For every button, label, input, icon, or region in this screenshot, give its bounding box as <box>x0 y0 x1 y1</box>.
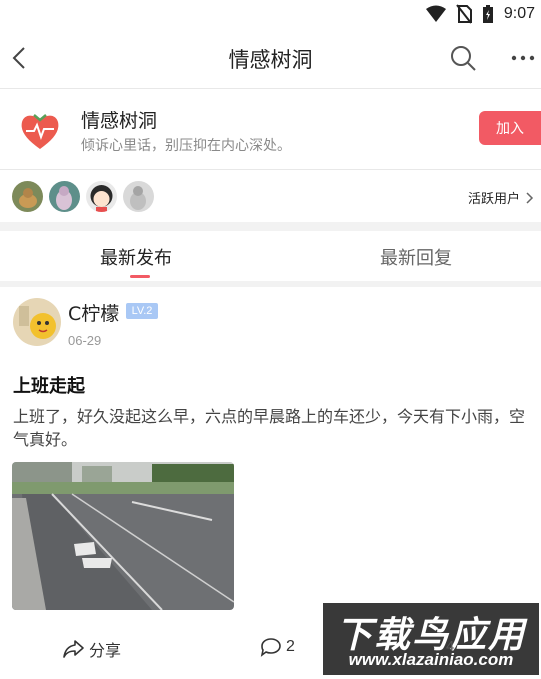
active-user-avatar[interactable] <box>49 181 80 212</box>
obscured-count: 4 <box>446 638 455 655</box>
wifi-icon <box>425 5 446 22</box>
section-gap <box>0 222 541 231</box>
active-users-link[interactable]: 活跃用户 <box>468 188 534 207</box>
watermark-url: www.xlazainiao.com <box>348 650 514 669</box>
post-author-name[interactable]: C柠檬 <box>68 299 119 326</box>
join-button[interactable]: 加入 <box>479 111 541 145</box>
group-description: 倾诉心里话，别压抑在内心深处。 <box>81 138 291 154</box>
level-badge: LV.2 <box>126 303 158 319</box>
active-users-row[interactable]: 活跃用户 <box>0 170 541 222</box>
tabs-gap <box>0 281 541 287</box>
status-time: 9:07 <box>503 5 535 22</box>
active-user-avatar[interactable] <box>123 181 154 212</box>
group-name: 情感树洞 <box>81 110 158 132</box>
tab-active-indicator <box>130 275 150 278</box>
active-user-avatar[interactable] <box>86 181 117 212</box>
share-icon <box>63 640 84 658</box>
status-icons: 9:07 <box>425 4 535 24</box>
watermark: 下载鸟应用 www.xlazainiao.com <box>323 603 539 675</box>
tab-latest-replies[interactable]: 最新回复 <box>380 244 452 270</box>
chevron-right-icon <box>526 191 534 204</box>
top-nav-bar: 情感树洞 <box>0 30 541 88</box>
post-image[interactable] <box>12 462 234 610</box>
post-body[interactable]: 上班了，好久没起这么早，六点的早晨路上的车还少，今天有下小雨，空气真好。 <box>13 405 528 451</box>
active-user-avatar[interactable] <box>12 181 43 212</box>
share-label: 分享 <box>89 641 122 660</box>
status-bar: 9:07 <box>0 0 541 30</box>
comment-button[interactable]: 2 <box>260 637 295 657</box>
more-icon[interactable] <box>509 46 537 70</box>
search-icon[interactable] <box>448 43 478 73</box>
heart-logo-icon <box>21 114 59 149</box>
post-author-avatar[interactable] <box>13 298 61 346</box>
post-tabs: 最新发布 最新回复 <box>0 231 541 281</box>
comment-count: 2 <box>286 638 295 655</box>
no-sim-icon <box>456 4 472 24</box>
active-users-label: 活跃用户 <box>468 192 521 207</box>
post-date: 06-29 <box>68 333 102 348</box>
tab-latest-posts[interactable]: 最新发布 <box>100 244 172 270</box>
battery-charging-icon <box>482 5 493 23</box>
group-header: 情感树洞 倾诉心里话，别压抑在内心深处。 加入 <box>0 89 541 169</box>
post-title[interactable]: 上班走起 <box>13 372 85 398</box>
comment-icon <box>260 638 281 657</box>
share-button[interactable]: 分享 <box>63 637 121 661</box>
